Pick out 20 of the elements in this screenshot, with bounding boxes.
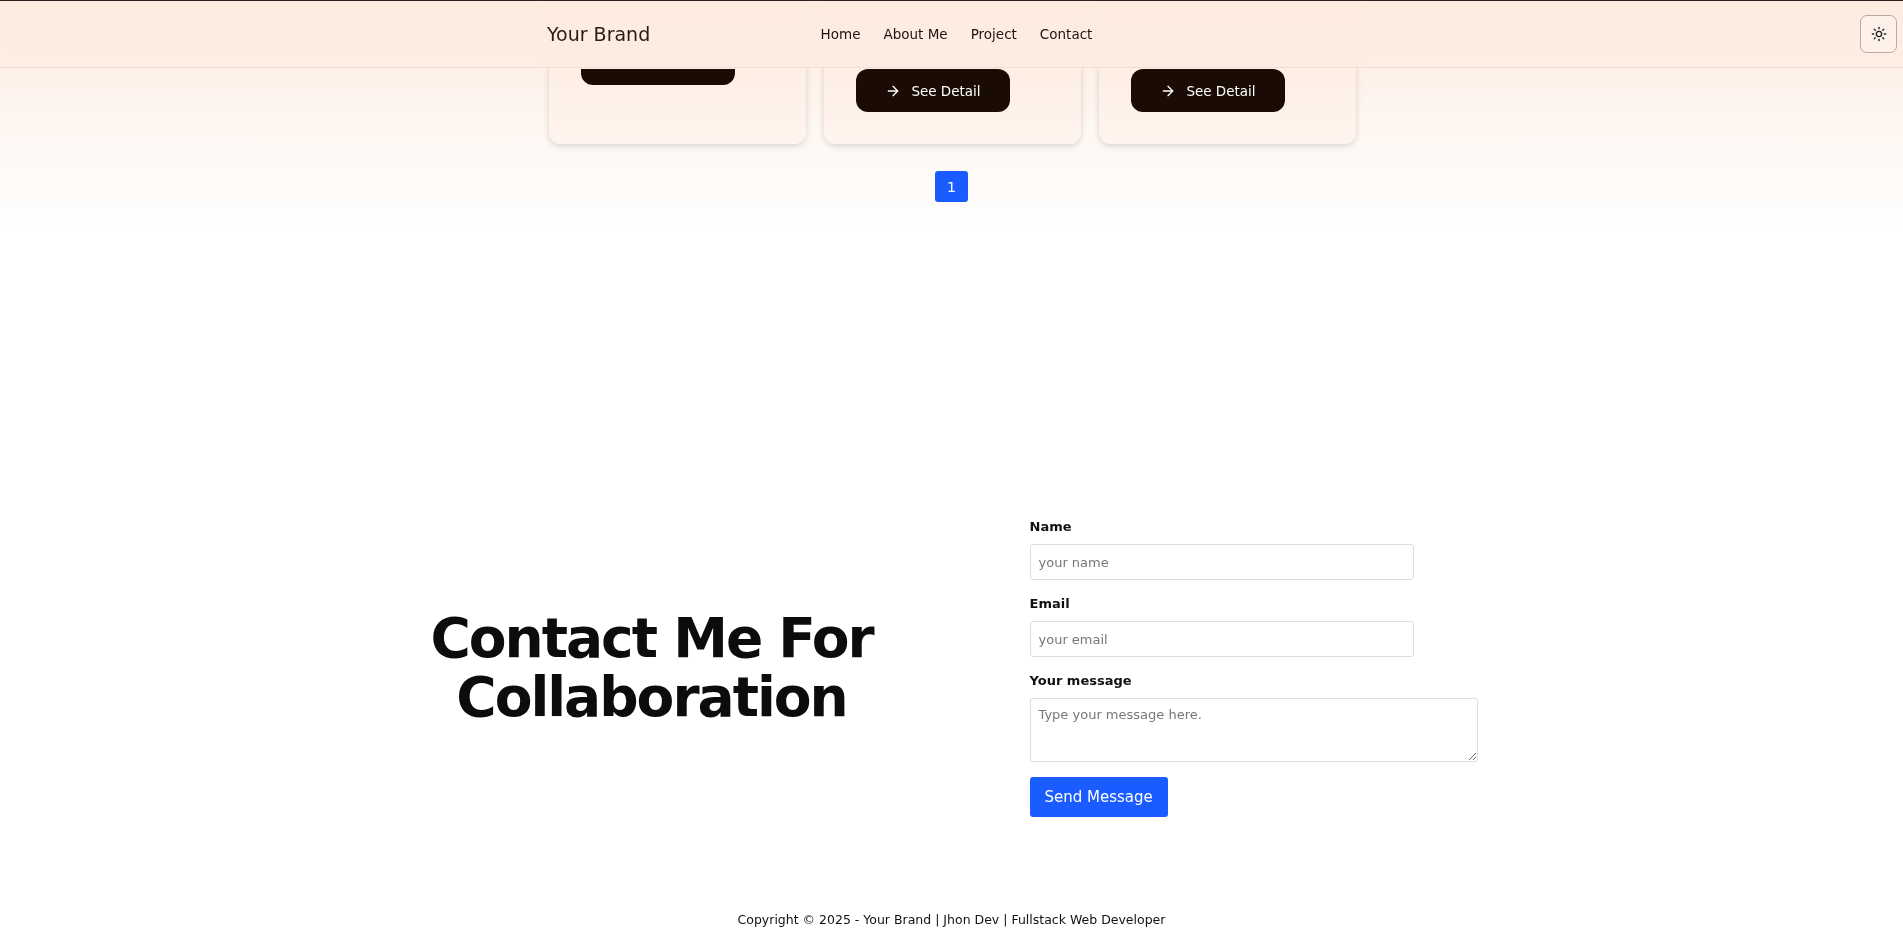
nav-link[interactable]: Home xyxy=(820,26,861,42)
contact-heading: Contact Me For Collaboration xyxy=(429,609,875,727)
see-detail-button[interactable]: See Detail xyxy=(856,69,1010,112)
nav-link[interactable]: Project xyxy=(970,26,1017,42)
send-message-button[interactable]: Send Message xyxy=(1029,777,1168,817)
field-label: Name xyxy=(1029,519,1072,534)
input-field[interactable]: your email xyxy=(1029,621,1414,657)
field-label: Email xyxy=(1029,596,1070,611)
card-button[interactable] xyxy=(581,69,735,85)
message-field[interactable]: Type your message here. xyxy=(1029,698,1478,762)
nav-link[interactable]: About Me xyxy=(883,26,948,42)
input-field[interactable]: your name xyxy=(1029,544,1414,580)
brand-name[interactable]: Your Brand xyxy=(547,23,651,45)
theme-toggle-button[interactable] xyxy=(1860,15,1897,53)
copyright-text: Copyright © 2025 - Your Brand | Jhon Dev | Fullstack Web Developer xyxy=(736,912,1167,929)
nav-link[interactable]: Contact xyxy=(1039,26,1093,42)
sun-icon xyxy=(1870,26,1887,42)
see-detail-button[interactable]: See Detail xyxy=(1131,69,1285,112)
page-button[interactable]: 1 xyxy=(935,171,968,202)
field-label: Your message xyxy=(1029,673,1132,688)
